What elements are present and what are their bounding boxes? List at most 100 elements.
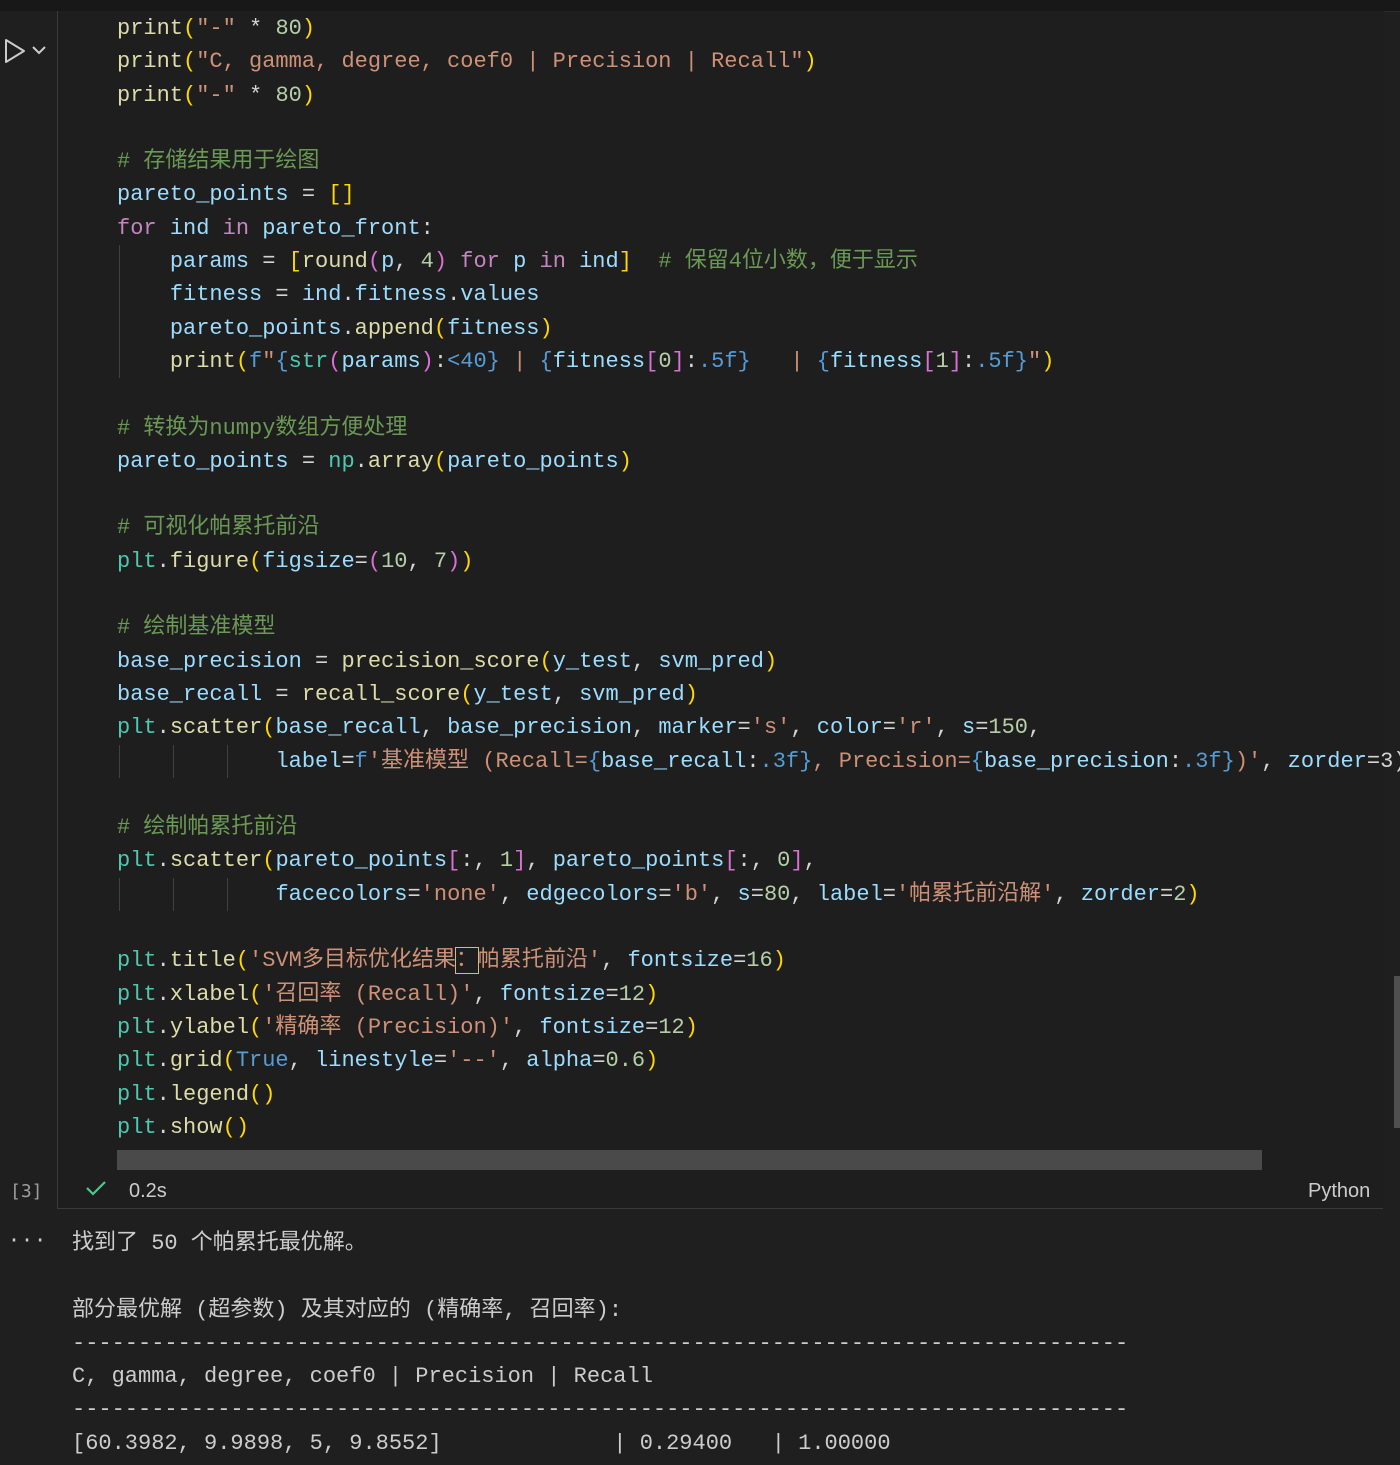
code-token: .3f}	[1182, 748, 1235, 774]
code-editor[interactable]: print("-" * 80) print("C, gamma, degree, …	[117, 12, 1400, 1144]
code-line[interactable]: facecolors='none', edgecolors='b', s=80,…	[117, 877, 1400, 912]
code-token: plt	[117, 981, 157, 1007]
code-token: color	[816, 715, 883, 741]
code-token: ,	[513, 1014, 540, 1040]
code-token: params	[341, 348, 421, 374]
code-line[interactable]: # 绘制基准模型	[117, 611, 1400, 644]
code-token: )'	[1234, 748, 1262, 774]
code-token: {	[970, 748, 984, 774]
code-token: 0	[777, 848, 791, 874]
code-line[interactable]: plt.scatter(base_recall, base_precision,…	[117, 711, 1400, 744]
code-token: |	[499, 348, 540, 374]
code-line[interactable]	[117, 478, 1400, 511]
code-line[interactable]: params = [round(p, 4) for p in ind] # 保留…	[117, 245, 1400, 279]
code-token: ind	[169, 215, 210, 241]
code-token: 帕累托前沿'	[477, 948, 602, 974]
code-line[interactable]: print("C, gamma, degree, coef0 | Precisi…	[117, 45, 1400, 78]
output-line: [60.3982, 9.9898, 5, 9.8552] | 0.29400 |…	[72, 1430, 891, 1456]
code-token: =	[733, 948, 747, 974]
code-token: <40}	[447, 348, 500, 374]
code-line[interactable]: fitness = ind.fitness.values	[117, 278, 1400, 312]
code-line[interactable]: # 转换为numpy数组方便处理	[117, 412, 1400, 445]
code-token: )	[803, 49, 817, 75]
code-line[interactable]: base_recall = recall_score(y_test, svm_p…	[117, 678, 1400, 711]
code-token: ,	[552, 681, 580, 707]
code-token: )	[763, 648, 778, 674]
code-token: =	[605, 981, 619, 1007]
code-token: ,	[526, 848, 553, 874]
code-line[interactable]: pareto_points = np.array(pareto_points)	[117, 445, 1400, 478]
code-token: [	[447, 848, 461, 874]
code-token: base_recall	[275, 715, 421, 741]
more-output-icon[interactable]: ···	[8, 1228, 47, 1252]
cell-output: 找到了 50 个帕累托最优解。 部分最优解 (超参数) 及其对应的 (精确率, …	[72, 1227, 1128, 1460]
code-line[interactable]: print("-" * 80)	[117, 79, 1400, 112]
code-token: y_test	[552, 648, 632, 674]
code-line[interactable]: pareto_points = []	[117, 178, 1400, 211]
code-token: plt	[117, 715, 157, 741]
code-line[interactable]: plt.show()	[117, 1111, 1400, 1144]
code-line[interactable]: pareto_points.append(fitness)	[117, 311, 1400, 345]
code-line[interactable]: plt.legend()	[117, 1078, 1400, 1111]
chevron-down-icon[interactable]	[31, 41, 47, 59]
code-token: "-"	[196, 16, 236, 41]
code-line[interactable]: plt.xlabel('召回率 (Recall)', fontsize=12)	[117, 978, 1400, 1011]
code-token: 'r'	[895, 715, 936, 741]
check-icon	[86, 1181, 106, 1196]
code-line[interactable]: print(f"{str(params):<40} | {fitness[0]:…	[117, 344, 1400, 379]
code-token: ]	[948, 348, 962, 374]
execution-count: [3]	[10, 1181, 43, 1202]
code-token: ]	[513, 848, 527, 874]
code-line[interactable]	[117, 911, 1400, 944]
code-line[interactable]: # 可视化帕累托前沿	[117, 511, 1400, 544]
code-line[interactable]: base_precision = precision_score(y_test,…	[117, 645, 1400, 678]
run-cell-icon[interactable]	[2, 37, 28, 65]
code-token: (	[433, 315, 448, 341]
code-line[interactable]: plt.ylabel('精确率 (Precision)', fontsize=1…	[117, 1011, 1400, 1044]
cell-divider	[57, 1208, 1383, 1209]
code-token: []	[328, 182, 355, 208]
code-token: # 绘制基准模型	[117, 615, 276, 641]
code-token: :	[420, 215, 434, 241]
code-line[interactable]: plt.grid(True, linestyle='--', alpha=0.6…	[117, 1044, 1400, 1077]
code-token: |	[750, 348, 817, 374]
code-token: )	[301, 16, 316, 41]
code-line[interactable]: # 绘制帕累托前沿	[117, 811, 1400, 844]
code-token: # 可视化帕累托前沿	[117, 515, 320, 541]
code-line[interactable]: plt.figure(figsize=(10, 7))	[117, 545, 1400, 578]
code-token: (	[433, 448, 448, 474]
horizontal-scrollbar[interactable]	[117, 1150, 1262, 1170]
code-token: # 保留4位小数，便于显示	[658, 249, 918, 275]
indent-guide	[173, 877, 174, 912]
code-line[interactable]: plt.title('SVM多目标优化结果：帕累托前沿', fontsize=1…	[117, 944, 1400, 977]
code-token: (	[262, 715, 276, 741]
code-token: (	[539, 648, 553, 674]
code-token: round	[301, 249, 368, 275]
code-line[interactable]	[117, 378, 1400, 411]
code-token: 'SVM多目标优化结果	[249, 948, 456, 974]
code-token: print	[169, 348, 236, 374]
code-token: 1	[935, 348, 949, 374]
vertical-scrollbar-thumb[interactable]	[1394, 976, 1400, 1128]
code-line[interactable]: # 存储结果用于绘图	[117, 145, 1400, 178]
code-token: =	[592, 1048, 606, 1074]
code-line[interactable]: print("-" * 80)	[117, 12, 1400, 45]
code-token: .5f}	[975, 348, 1029, 374]
cell-language-picker[interactable]: Python	[1308, 1180, 1370, 1203]
code-line[interactable]: for ind in pareto_front:	[117, 212, 1400, 245]
code-token: # 绘制帕累托前沿	[117, 815, 298, 841]
code-token: figsize	[262, 548, 355, 574]
code-line[interactable]: label=f'基准模型 (Recall={base_recall:.3f}, …	[117, 744, 1400, 778]
code-token: .	[341, 315, 355, 341]
code-line[interactable]	[117, 112, 1400, 145]
code-line[interactable]	[117, 578, 1400, 611]
code-token: params	[169, 249, 250, 275]
code-line[interactable]	[117, 778, 1400, 811]
code-token: ,	[1054, 881, 1081, 907]
indent-guide	[173, 744, 174, 778]
code-line[interactable]: plt.scatter(pareto_points[:, 1], pareto_…	[117, 844, 1400, 877]
code-token: base_precision	[117, 648, 302, 674]
code-token: ()	[249, 1081, 276, 1107]
code-token: [	[922, 348, 936, 374]
